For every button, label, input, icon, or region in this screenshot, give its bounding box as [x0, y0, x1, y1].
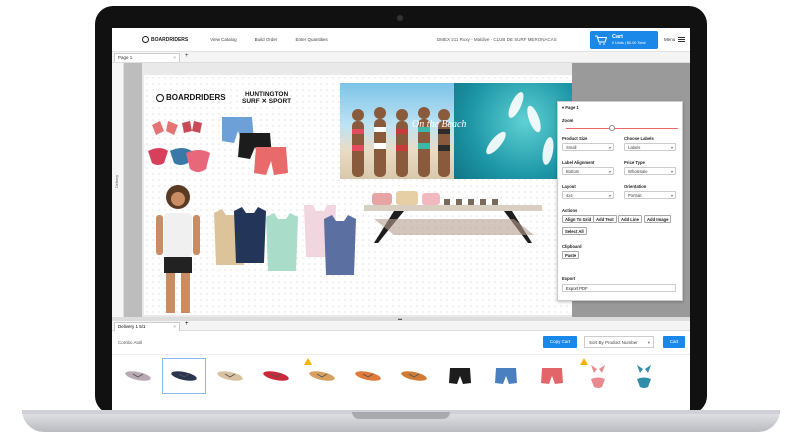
price-type-label: Price Type	[624, 160, 645, 165]
product-size-label: Product Size	[562, 136, 588, 141]
side-delivery-label: Delivery	[115, 175, 119, 188]
copy-cart-button[interactable]: Copy Cart	[543, 336, 577, 348]
linesheet-board[interactable]: BOARDRIDERS HUNTINGTON SURF ✕ SPORT On t…	[144, 75, 572, 315]
boardriders-mark-icon	[156, 93, 164, 102]
export-label: Export	[562, 276, 576, 281]
canvas-area: Delivery BOARDRIDERS HUNTINGTON SURF ✕ S…	[112, 63, 690, 317]
huntington-brand[interactable]: HUNTINGTON SURF ✕ SPORT	[242, 91, 291, 105]
bikini-group[interactable]	[146, 117, 216, 181]
select-all-button[interactable]: Select All	[562, 227, 587, 235]
laptop-notch	[352, 412, 450, 419]
tab-label: Page 1	[118, 55, 133, 60]
actions-label: Actions	[562, 208, 578, 213]
beach-title: On the Beach	[412, 119, 467, 130]
zoom-label: Zoom	[562, 118, 574, 123]
tab-delivery-1[interactable]: Delivery 1 5/1 ×	[114, 322, 180, 331]
add-delivery-button[interactable]: +	[185, 321, 189, 327]
align-to-grid-button[interactable]: Align To Grid	[562, 215, 595, 223]
properties-panel: ▾ Page 1 Zoom Product Size Small Choose …	[557, 101, 683, 301]
add-page-button[interactable]: +	[185, 53, 189, 59]
combo-label: Combo Atoll	[118, 340, 143, 345]
panel-heading[interactable]: ▾ Page 1	[562, 105, 579, 110]
logo-text: BOARDRIDERS	[151, 36, 189, 43]
product-thumbnail-sandal-brown[interactable]	[392, 358, 436, 394]
product-thumbnail-bikini-teal[interactable]	[622, 358, 666, 394]
label-alignment-label: Label Alignment	[562, 160, 595, 165]
tab-page-1[interactable]: Page 1 ×	[114, 53, 180, 62]
side-ruler: Delivery	[112, 63, 124, 317]
surfboards	[486, 92, 554, 165]
choose-labels-label: Choose Labels	[624, 136, 654, 141]
header-cart-button[interactable]: Cart 0 Units | $0.00 Total	[590, 31, 658, 49]
nav-view-catalog[interactable]: View Catalog	[210, 37, 236, 42]
product-thumbnail-sandal-orange[interactable]	[346, 358, 390, 394]
choose-labels-select[interactable]: Labels	[624, 143, 676, 151]
layout-label: Layout	[562, 184, 576, 189]
cart-summary: 0 Units | $0.00 Total	[612, 41, 646, 45]
brand-right-line1: HUNTINGTON	[244, 91, 289, 98]
webcam	[397, 15, 403, 21]
sort-select[interactable]: Sort By Product Number	[584, 336, 654, 348]
add-text-button[interactable]: Add Text	[593, 215, 617, 223]
shorts-group[interactable]	[220, 115, 290, 177]
app-screen: BOARDRIDERS View Catalog Build Order Ent…	[112, 28, 690, 410]
model-photo[interactable]	[150, 183, 206, 315]
cart-icon	[595, 35, 607, 45]
product-thumbnail-sandal-navy[interactable]	[162, 358, 206, 394]
brand-left-text: BOARDRIDERS	[166, 93, 226, 102]
close-delivery-tab-icon[interactable]: ×	[173, 324, 176, 329]
brand-right-line2: SURF ✕ SPORT	[242, 98, 292, 105]
product-thumbnail-sandal-grey[interactable]	[116, 358, 160, 394]
product-size-select[interactable]: Small	[562, 143, 614, 151]
models-silhouettes	[352, 107, 450, 177]
product-thumbnail-sandal-red[interactable]	[254, 358, 298, 394]
delivery-tab-label: Delivery 1 5/1	[118, 324, 146, 329]
zoom-slider-handle[interactable]	[609, 125, 615, 131]
main-nav: View Catalog Build Order Enter Quantitie…	[210, 37, 327, 42]
layout-select[interactable]: 4x4	[562, 191, 614, 199]
top-header: BOARDRIDERS View Catalog Build Order Ent…	[112, 28, 690, 52]
hamburger-icon	[678, 37, 686, 42]
menu-button[interactable]: Menu	[664, 37, 686, 42]
product-thumbnail-sandal-beige[interactable]	[208, 358, 252, 394]
orientation-select[interactable]: Portrait	[624, 191, 676, 199]
product-thumbnail-shorts-blue[interactable]	[484, 358, 528, 394]
store-info: DMEX 211 Roxy - Maldive - CLUB DE SURF M…	[437, 37, 557, 42]
product-thumbnail-shorts-black[interactable]	[438, 358, 482, 394]
add-line-button[interactable]: Add Line	[618, 215, 642, 223]
canvas-margin	[124, 63, 142, 317]
tank-tops-group[interactable]	[212, 205, 372, 285]
zoom-slider-track[interactable]	[566, 128, 678, 129]
add-image-button[interactable]: Add Image	[644, 215, 672, 223]
close-tab-icon[interactable]: ×	[173, 55, 176, 60]
product-thumbnail-strip	[112, 355, 690, 410]
price-type-select[interactable]: Wholesale	[624, 167, 676, 175]
warning-icon	[304, 358, 312, 365]
delivery-tab-bar: Delivery 1 5/1 × +	[112, 321, 690, 331]
menu-label: Menu	[664, 37, 676, 42]
nav-enter-quantities[interactable]: Enter Quantities	[295, 37, 327, 42]
accessories-table[interactable]	[364, 185, 544, 245]
drag-handle-icon[interactable]: ▬	[395, 317, 405, 321]
page-tab-bar: Page 1 × +	[112, 52, 690, 63]
clipboard-label: Clipboard	[562, 244, 582, 249]
boardriders-brand[interactable]: BOARDRIDERS	[156, 93, 226, 102]
nav-build-order[interactable]: Build Order	[255, 37, 278, 42]
label-alignment-select[interactable]: Bottom	[562, 167, 614, 175]
cart-button[interactable]: Cart	[663, 336, 685, 348]
brand-mark-icon	[142, 36, 149, 43]
product-thumbnail-sandal-tan[interactable]	[300, 358, 344, 394]
brand-logo[interactable]: BOARDRIDERS	[142, 36, 188, 43]
product-thumbnail-shorts-coral[interactable]	[530, 358, 574, 394]
delivery-toolbar: Combo Atoll Copy Cart Sort By Product Nu…	[112, 331, 690, 355]
export-pdf-button[interactable]: Export PDF	[562, 284, 676, 292]
paste-button[interactable]: Paste	[562, 251, 580, 259]
product-thumbnail-bikini-floral[interactable]	[576, 358, 620, 394]
warning-icon	[580, 358, 588, 365]
orientation-label: Orientation	[624, 184, 647, 189]
